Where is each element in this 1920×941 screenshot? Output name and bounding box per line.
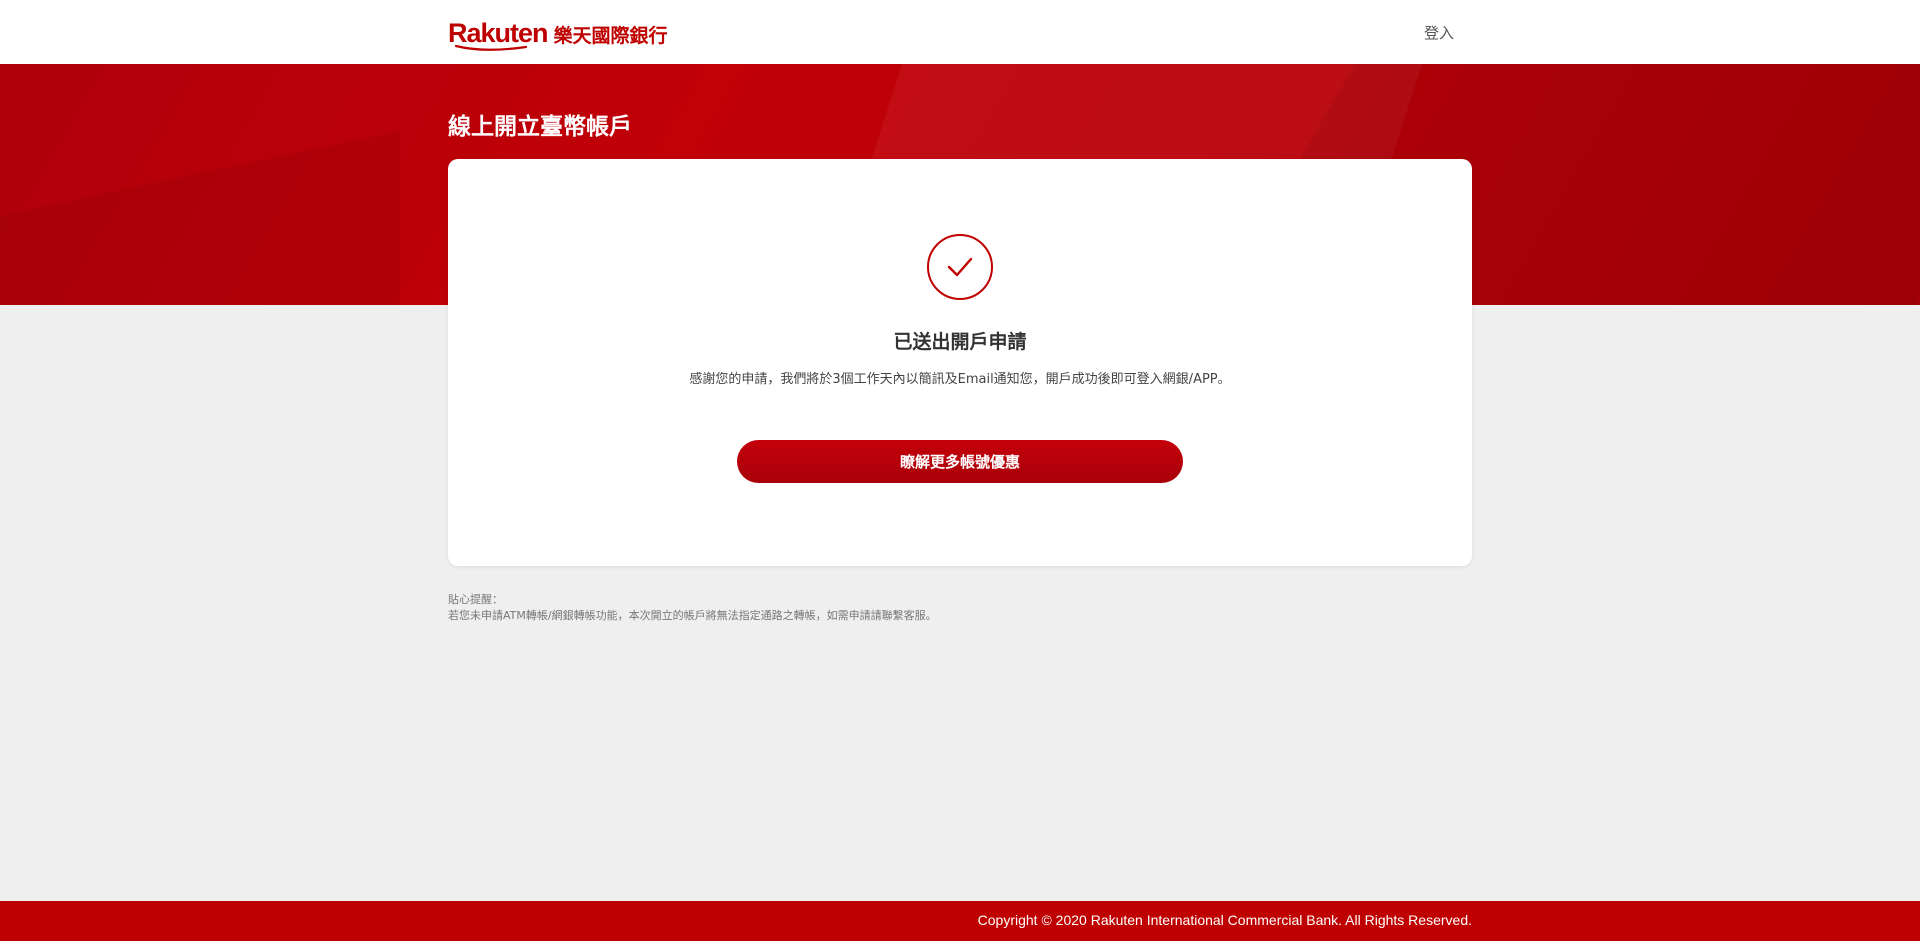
page-footer: Copyright © 2020 Rakuten International C…	[0, 901, 1920, 941]
learn-more-offers-button[interactable]: 瞭解更多帳號優惠	[737, 440, 1183, 483]
check-icon	[947, 257, 973, 277]
success-check-icon	[927, 234, 993, 300]
logo-swoosh-icon	[454, 44, 528, 51]
page-title: 線上開立臺幣帳戶	[448, 114, 632, 140]
confirmation-card: 已送出開戶申請 感謝您的申請，我們將於3個工作天內以簡訊及Email通知您，開戶…	[448, 159, 1472, 566]
banner-decoration	[0, 130, 400, 305]
rakuten-bank-logo[interactable]: Rakuten 樂天國際銀行	[448, 18, 668, 51]
logo-wordmark: Rakuten	[448, 18, 549, 48]
success-title: 已送出開戶申請	[893, 331, 1027, 353]
reminder-notice: 貼心提醒： 若您未申請ATM轉帳/網銀轉帳功能，本次開立的帳戶將無法指定通路之轉…	[448, 592, 937, 624]
reminder-heading: 貼心提醒：	[448, 593, 503, 606]
reminder-text: 若您未申請ATM轉帳/網銀轉帳功能，本次開立的帳戶將無法指定通路之轉帳，如需申請…	[448, 609, 937, 622]
top-header: Rakuten 樂天國際銀行 登入	[0, 0, 1920, 64]
success-message: 感謝您的申請，我們將於3個工作天內以簡訊及Email通知您，開戶成功後即可登入網…	[689, 372, 1231, 387]
login-link[interactable]: 登入	[1424, 22, 1454, 43]
copyright-text: Copyright © 2020 Rakuten International C…	[977, 912, 1472, 928]
logo-bank-name: 樂天國際銀行	[553, 25, 668, 47]
